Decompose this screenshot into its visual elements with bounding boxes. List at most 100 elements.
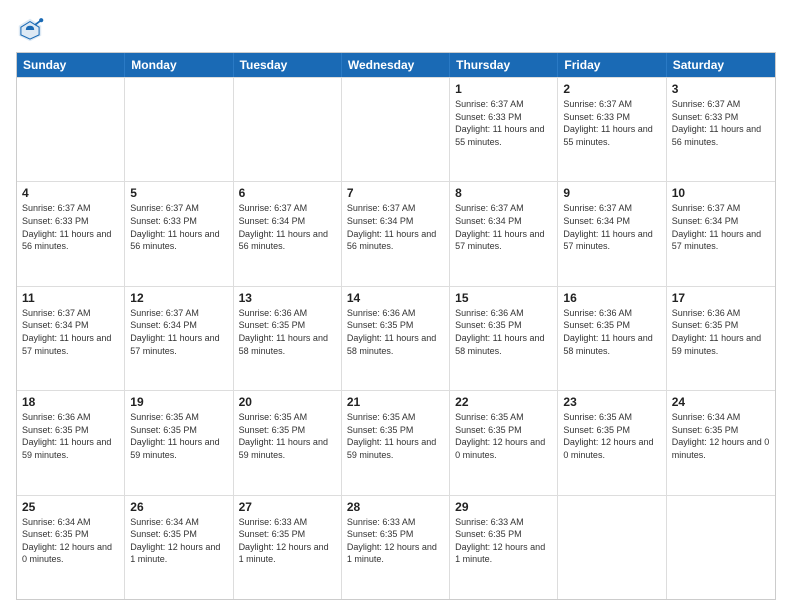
day-number: 12 [130,291,227,305]
header-day-thursday: Thursday [450,53,558,77]
header-day-sunday: Sunday [17,53,125,77]
header-day-wednesday: Wednesday [342,53,450,77]
day-number: 25 [22,500,119,514]
day-info: Sunrise: 6:36 AM Sunset: 6:35 PM Dayligh… [22,411,119,461]
day-number: 15 [455,291,552,305]
day-number: 21 [347,395,444,409]
day-info: Sunrise: 6:37 AM Sunset: 6:33 PM Dayligh… [563,98,660,148]
day-cell-26: 26 Sunrise: 6:34 AM Sunset: 6:35 PM Dayli… [125,496,233,599]
calendar-body: 1 Sunrise: 6:37 AM Sunset: 6:33 PM Daylig… [17,77,775,599]
day-number: 18 [22,395,119,409]
day-number: 14 [347,291,444,305]
day-cell-13: 13 Sunrise: 6:36 AM Sunset: 6:35 PM Dayli… [234,287,342,390]
day-number: 16 [563,291,660,305]
day-number: 2 [563,82,660,96]
empty-cell-0-0 [17,78,125,181]
day-info: Sunrise: 6:36 AM Sunset: 6:35 PM Dayligh… [672,307,770,357]
header-day-saturday: Saturday [667,53,775,77]
day-number: 28 [347,500,444,514]
day-number: 10 [672,186,770,200]
day-info: Sunrise: 6:37 AM Sunset: 6:34 PM Dayligh… [672,202,770,252]
calendar-header: SundayMondayTuesdayWednesdayThursdayFrid… [17,53,775,77]
day-info: Sunrise: 6:37 AM Sunset: 6:33 PM Dayligh… [455,98,552,148]
day-info: Sunrise: 6:36 AM Sunset: 6:35 PM Dayligh… [563,307,660,357]
logo-icon [16,16,44,44]
day-number: 19 [130,395,227,409]
day-info: Sunrise: 6:36 AM Sunset: 6:35 PM Dayligh… [239,307,336,357]
day-cell-20: 20 Sunrise: 6:35 AM Sunset: 6:35 PM Dayli… [234,391,342,494]
day-number: 11 [22,291,119,305]
empty-cell-0-3 [342,78,450,181]
day-cell-21: 21 Sunrise: 6:35 AM Sunset: 6:35 PM Dayli… [342,391,450,494]
day-info: Sunrise: 6:37 AM Sunset: 6:34 PM Dayligh… [563,202,660,252]
day-cell-8: 8 Sunrise: 6:37 AM Sunset: 6:34 PM Daylig… [450,182,558,285]
day-number: 24 [672,395,770,409]
header-day-monday: Monday [125,53,233,77]
day-number: 4 [22,186,119,200]
header-day-tuesday: Tuesday [234,53,342,77]
empty-cell-4-5 [558,496,666,599]
day-number: 29 [455,500,552,514]
day-cell-25: 25 Sunrise: 6:34 AM Sunset: 6:35 PM Dayli… [17,496,125,599]
calendar: SundayMondayTuesdayWednesdayThursdayFrid… [16,52,776,600]
day-info: Sunrise: 6:34 AM Sunset: 6:35 PM Dayligh… [22,516,119,566]
day-number: 3 [672,82,770,96]
day-number: 7 [347,186,444,200]
header-day-friday: Friday [558,53,666,77]
day-cell-17: 17 Sunrise: 6:36 AM Sunset: 6:35 PM Dayli… [667,287,775,390]
day-info: Sunrise: 6:37 AM Sunset: 6:34 PM Dayligh… [347,202,444,252]
day-number: 9 [563,186,660,200]
day-cell-5: 5 Sunrise: 6:37 AM Sunset: 6:33 PM Daylig… [125,182,233,285]
calendar-row-4: 25 Sunrise: 6:34 AM Sunset: 6:35 PM Dayli… [17,495,775,599]
day-cell-24: 24Sunrise: 6:34 AM Sunset: 6:35 PM Dayli… [667,391,775,494]
day-cell-1: 1 Sunrise: 6:37 AM Sunset: 6:33 PM Daylig… [450,78,558,181]
header [16,16,776,44]
day-cell-9: 9 Sunrise: 6:37 AM Sunset: 6:34 PM Daylig… [558,182,666,285]
day-cell-18: 18 Sunrise: 6:36 AM Sunset: 6:35 PM Dayli… [17,391,125,494]
day-info: Sunrise: 6:35 AM Sunset: 6:35 PM Dayligh… [347,411,444,461]
day-cell-23: 23 Sunrise: 6:35 AM Sunset: 6:35 PM Dayli… [558,391,666,494]
day-cell-11: 11 Sunrise: 6:37 AM Sunset: 6:34 PM Dayli… [17,287,125,390]
calendar-row-0: 1 Sunrise: 6:37 AM Sunset: 6:33 PM Daylig… [17,77,775,181]
day-info: Sunrise: 6:33 AM Sunset: 6:35 PM Dayligh… [455,516,552,566]
day-number: 8 [455,186,552,200]
day-cell-12: 12Sunrise: 6:37 AM Sunset: 6:34 PM Dayli… [125,287,233,390]
day-number: 20 [239,395,336,409]
day-info: Sunrise: 6:37 AM Sunset: 6:34 PM Dayligh… [239,202,336,252]
day-cell-28: 28 Sunrise: 6:33 AM Sunset: 6:35 PM Dayli… [342,496,450,599]
day-info: Sunrise: 6:36 AM Sunset: 6:35 PM Dayligh… [347,307,444,357]
day-info: Sunrise: 6:33 AM Sunset: 6:35 PM Dayligh… [239,516,336,566]
day-info: Sunrise: 6:33 AM Sunset: 6:35 PM Dayligh… [347,516,444,566]
day-cell-29: 29 Sunrise: 6:33 AM Sunset: 6:35 PM Dayli… [450,496,558,599]
day-cell-14: 14 Sunrise: 6:36 AM Sunset: 6:35 PM Dayli… [342,287,450,390]
day-number: 27 [239,500,336,514]
empty-cell-0-1 [125,78,233,181]
day-cell-16: 16 Sunrise: 6:36 AM Sunset: 6:35 PM Dayli… [558,287,666,390]
day-info: Sunrise: 6:37 AM Sunset: 6:33 PM Dayligh… [130,202,227,252]
day-info: Sunrise: 6:35 AM Sunset: 6:35 PM Dayligh… [130,411,227,461]
day-info: Sunrise: 6:34 AM Sunset: 6:35 PM Dayligh… [130,516,227,566]
day-info: Sunrise: 6:35 AM Sunset: 6:35 PM Dayligh… [563,411,660,461]
day-number: 26 [130,500,227,514]
day-cell-27: 27 Sunrise: 6:33 AM Sunset: 6:35 PM Dayli… [234,496,342,599]
day-info: Sunrise: 6:37 AM Sunset: 6:34 PM Dayligh… [455,202,552,252]
day-info: Sunrise: 6:37 AM Sunset: 6:34 PM Dayligh… [22,307,119,357]
calendar-row-1: 4 Sunrise: 6:37 AM Sunset: 6:33 PM Daylig… [17,181,775,285]
day-number: 6 [239,186,336,200]
day-number: 1 [455,82,552,96]
day-info: Sunrise: 6:35 AM Sunset: 6:35 PM Dayligh… [239,411,336,461]
day-number: 22 [455,395,552,409]
calendar-row-2: 11 Sunrise: 6:37 AM Sunset: 6:34 PM Dayli… [17,286,775,390]
calendar-row-3: 18 Sunrise: 6:36 AM Sunset: 6:35 PM Dayli… [17,390,775,494]
day-info: Sunrise: 6:37 AM Sunset: 6:33 PM Dayligh… [22,202,119,252]
empty-cell-4-6 [667,496,775,599]
day-number: 17 [672,291,770,305]
day-cell-10: 10 Sunrise: 6:37 AM Sunset: 6:34 PM Dayli… [667,182,775,285]
day-info: Sunrise: 6:35 AM Sunset: 6:35 PM Dayligh… [455,411,552,461]
day-number: 13 [239,291,336,305]
day-number: 5 [130,186,227,200]
day-number: 23 [563,395,660,409]
day-cell-4: 4 Sunrise: 6:37 AM Sunset: 6:33 PM Daylig… [17,182,125,285]
day-cell-22: 22 Sunrise: 6:35 AM Sunset: 6:35 PM Dayli… [450,391,558,494]
day-cell-2: 2 Sunrise: 6:37 AM Sunset: 6:33 PM Daylig… [558,78,666,181]
